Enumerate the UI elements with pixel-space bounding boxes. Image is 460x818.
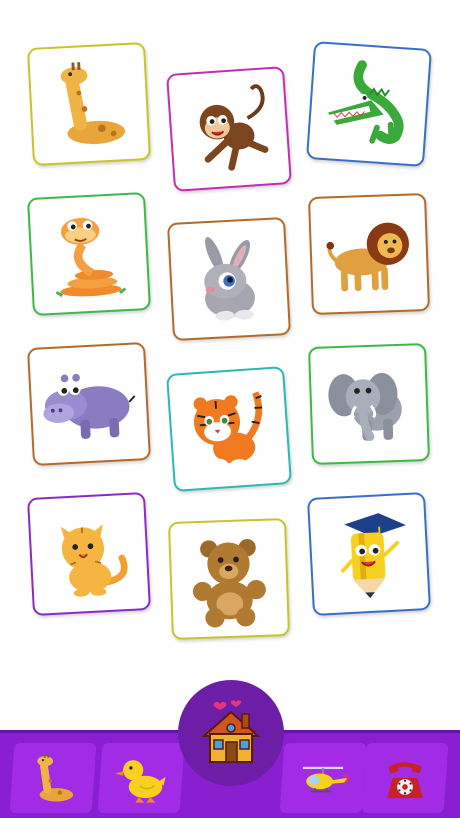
helicopter-icon — [302, 766, 350, 793]
nav-helicopter-button[interactable] — [279, 743, 367, 813]
card-lion[interactable] — [307, 192, 431, 316]
pencil-icon — [341, 513, 406, 599]
card-hippo[interactable] — [26, 341, 152, 467]
card-teddy-bear[interactable] — [167, 517, 291, 641]
nav-telephone-button[interactable] — [361, 743, 449, 813]
giraffe-icon — [60, 62, 126, 145]
card-elephant[interactable] — [307, 342, 431, 466]
house-icon — [201, 700, 261, 763]
cat-icon — [60, 524, 128, 597]
card-snake[interactable] — [26, 191, 152, 317]
teddy-bear-icon — [192, 538, 266, 628]
giraffe-icon — [37, 753, 74, 802]
home-button[interactable] — [178, 680, 284, 786]
monkey-icon — [199, 84, 269, 171]
nav-giraffe-button[interactable] — [9, 743, 97, 813]
duck-icon — [115, 760, 166, 803]
tiger-icon — [193, 391, 263, 471]
nav-duck-button[interactable] — [97, 743, 185, 813]
card-monkey[interactable] — [166, 66, 292, 192]
card-cat[interactable] — [26, 491, 152, 617]
telephone-icon — [387, 762, 423, 799]
app-screen — [0, 0, 460, 818]
card-tiger[interactable] — [166, 366, 292, 492]
hippo-icon — [43, 373, 136, 439]
card-rabbit[interactable] — [166, 216, 292, 342]
lion-icon — [326, 222, 409, 292]
rabbit-icon — [204, 236, 255, 321]
elephant-icon — [328, 372, 402, 441]
card-crocodile[interactable] — [306, 41, 432, 167]
card-pencil[interactable] — [306, 491, 432, 617]
crocodile-icon — [327, 60, 404, 144]
snake-icon — [55, 217, 127, 298]
card-giraffe[interactable] — [26, 41, 152, 167]
